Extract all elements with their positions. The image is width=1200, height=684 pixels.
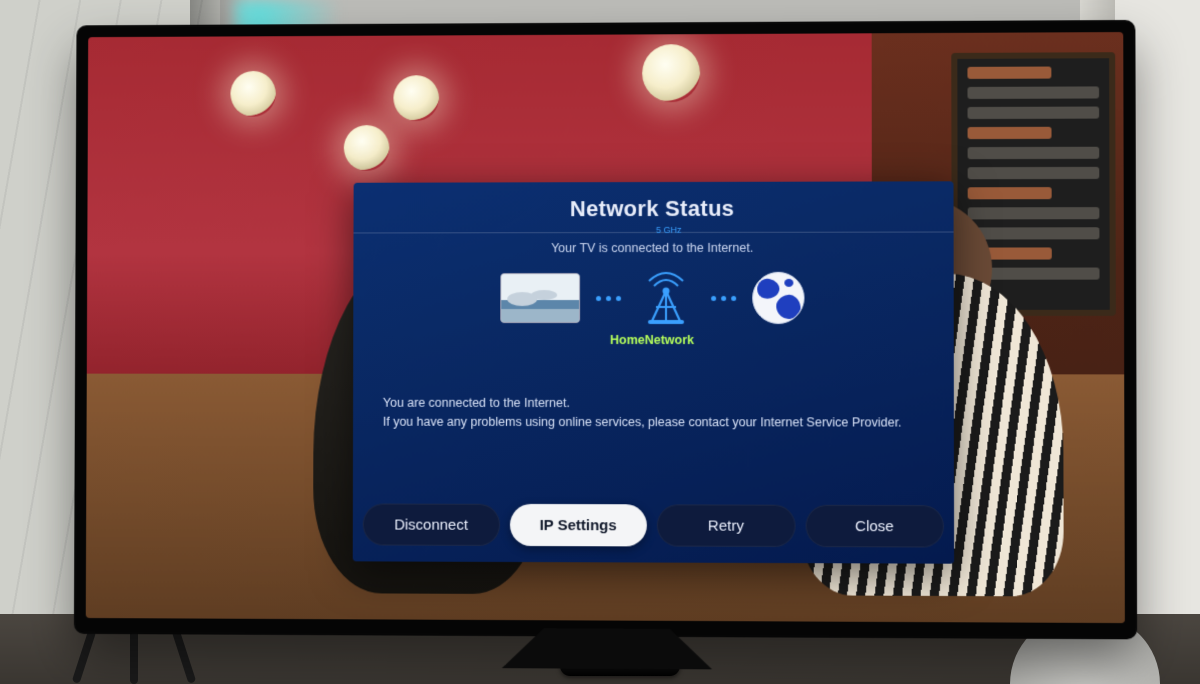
tv-screen: Network Status Your TV is connected to t… (86, 32, 1125, 623)
connection-diagram: 5 GHz (353, 271, 953, 325)
network-name-label: HomeNetwork (353, 333, 954, 347)
disconnect-button[interactable]: Disconnect (363, 503, 500, 545)
dialog-divider (354, 232, 954, 234)
dialog-button-row: Disconnect IP Settings Retry Close (363, 503, 944, 547)
status-message: You are connected to the Internet. If yo… (383, 394, 924, 432)
tripod (50, 629, 220, 684)
status-message-line1: You are connected to the Internet. (383, 394, 924, 413)
retry-button[interactable]: Retry (657, 504, 795, 547)
connection-dots-left (596, 296, 621, 301)
dialog-title: Network Status (354, 181, 954, 232)
connection-dots-right (711, 295, 736, 300)
close-button[interactable]: Close (805, 505, 944, 548)
router-band-label: 5 GHz (656, 225, 682, 235)
dialog-subtitle: Your TV is connected to the Internet. (353, 241, 953, 256)
ip-settings-button[interactable]: IP Settings (509, 504, 646, 547)
tv-device-icon (500, 273, 580, 323)
room-background: Network Status Your TV is connected to t… (0, 0, 1200, 684)
tv-frame: Network Status Your TV is connected to t… (76, 22, 1135, 637)
internet-globe-icon (752, 272, 804, 324)
status-message-line2: If you have any problems using online se… (383, 412, 924, 432)
network-status-dialog: Network Status Your TV is connected to t… (353, 181, 954, 563)
wifi-router-icon: 5 GHz (637, 271, 695, 325)
